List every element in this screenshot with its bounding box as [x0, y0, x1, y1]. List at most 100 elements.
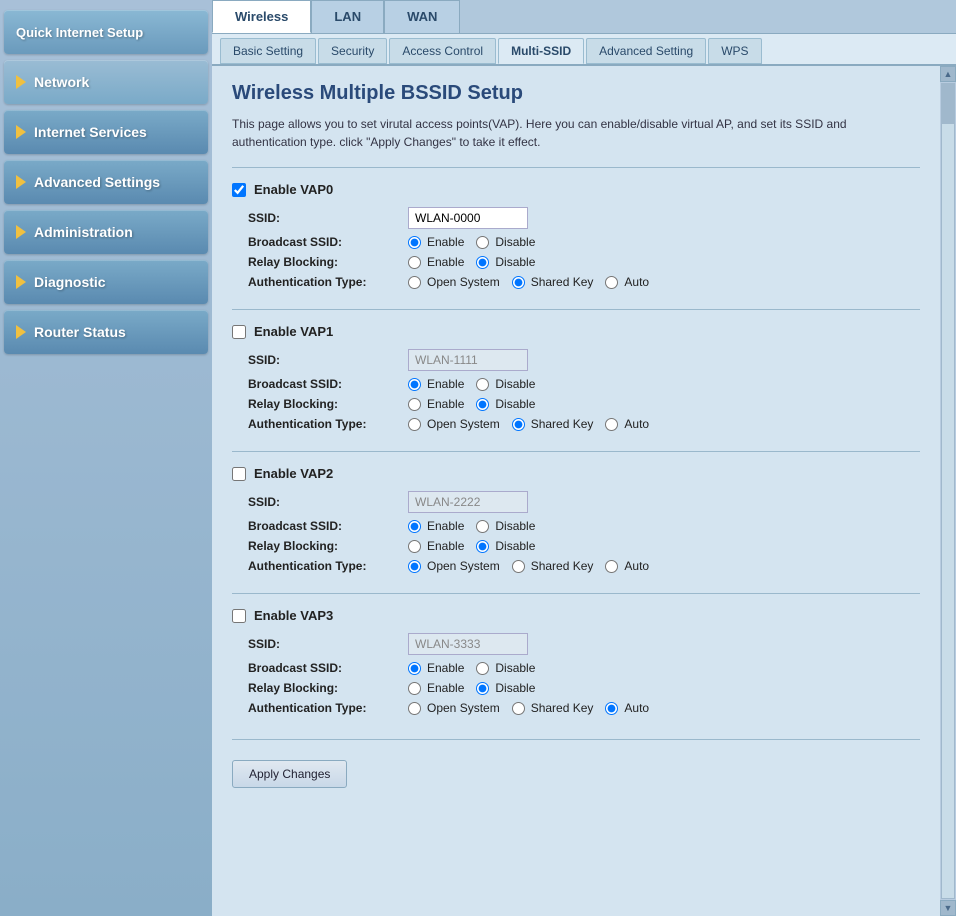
vap3-relay-enable-label[interactable]: Enable — [408, 681, 464, 695]
sidebar-item-quick-internet-setup[interactable]: Quick Internet Setup — [4, 10, 208, 54]
vap1-relay-enable-radio[interactable] — [408, 398, 421, 411]
vap0-broadcast-disable-label[interactable]: Disable — [476, 235, 535, 249]
vap3-auth-open-radio[interactable] — [408, 702, 421, 715]
vap0-broadcast-enable-label[interactable]: Enable — [408, 235, 464, 249]
vap2-enable-checkbox[interactable] — [232, 467, 246, 481]
sidebar-item-router-status[interactable]: Router Status — [4, 310, 208, 354]
scroll-down-button[interactable]: ▼ — [940, 900, 956, 916]
vap2-broadcast-enable-radio[interactable] — [408, 520, 421, 533]
vap2-auth-open-radio[interactable] — [408, 560, 421, 573]
sub-tab-wps[interactable]: WPS — [708, 38, 761, 64]
sidebar-item-diagnostic[interactable]: Diagnostic — [4, 260, 208, 304]
arrow-icon — [16, 175, 26, 189]
sidebar-item-label: Advanced Settings — [34, 174, 160, 190]
vap1-relay-disable-radio[interactable] — [476, 398, 489, 411]
vap3-broadcast-enable-radio[interactable] — [408, 662, 421, 675]
vap1-auth-shared-label[interactable]: Shared Key — [512, 417, 594, 431]
vap0-relay-enable-radio[interactable] — [408, 256, 421, 269]
vap3-relay-enable-radio[interactable] — [408, 682, 421, 695]
vap3-enable-checkbox[interactable] — [232, 609, 246, 623]
vap2-broadcast-disable-label[interactable]: Disable — [476, 519, 535, 533]
vap0-enable-checkbox[interactable] — [232, 183, 246, 197]
sub-tab-multi-ssid[interactable]: Multi-SSID — [498, 38, 584, 64]
sidebar-item-administration[interactable]: Administration — [4, 210, 208, 254]
vap1-broadcast-enable-radio[interactable] — [408, 378, 421, 391]
sub-tab-security[interactable]: Security — [318, 38, 387, 64]
vap0-auth-open-label[interactable]: Open System — [408, 275, 500, 289]
vap3-broadcast-control: Enable Disable — [408, 661, 535, 675]
vap1-auth-auto-radio[interactable] — [605, 418, 618, 431]
vap2-auth-auto-label[interactable]: Auto — [605, 559, 649, 573]
vap0-auth-control: Open System Shared Key Auto — [408, 275, 649, 289]
vap2-auth-shared-radio[interactable] — [512, 560, 525, 573]
vap2-relay-label: Relay Blocking: — [248, 539, 408, 553]
vap0-relay-disable-radio[interactable] — [476, 256, 489, 269]
vap0-relay-enable-text: Enable — [427, 255, 464, 269]
tab-wan[interactable]: WAN — [384, 0, 460, 33]
vap1-enable-checkbox[interactable] — [232, 325, 246, 339]
vap2-relay-disable-radio[interactable] — [476, 540, 489, 553]
vap1-ssid-control — [408, 349, 528, 371]
vap0-broadcast-enable-radio[interactable] — [408, 236, 421, 249]
vap0-relay-disable-label[interactable]: Disable — [476, 255, 535, 269]
vap0-auth-row: Authentication Type: Open System Shared … — [232, 275, 920, 289]
vap1-broadcast-disable-label[interactable]: Disable — [476, 377, 535, 391]
sub-tab-access-control[interactable]: Access Control — [389, 38, 496, 64]
vap0-auth-open-radio[interactable] — [408, 276, 421, 289]
vap3-auth-shared-label[interactable]: Shared Key — [512, 701, 594, 715]
sidebar-item-internet-services[interactable]: Internet Services — [4, 110, 208, 154]
vap1-broadcast-disable-radio[interactable] — [476, 378, 489, 391]
vap1-broadcast-enable-label[interactable]: Enable — [408, 377, 464, 391]
vap2-relay-enable-label[interactable]: Enable — [408, 539, 464, 553]
vap2-relay-disable-label[interactable]: Disable — [476, 539, 535, 553]
vap0-enable-label: Enable VAP0 — [254, 182, 333, 197]
vap3-broadcast-enable-label[interactable]: Enable — [408, 661, 464, 675]
vap2-broadcast-enable-label[interactable]: Enable — [408, 519, 464, 533]
sub-tab-basic-setting[interactable]: Basic Setting — [220, 38, 316, 64]
vap0-auth-shared-radio[interactable] — [512, 276, 525, 289]
vap3-ssid-input[interactable] — [408, 633, 528, 655]
vap3-auth-shared-radio[interactable] — [512, 702, 525, 715]
vap2-relay-disable-text: Disable — [495, 539, 535, 553]
vap3-relay-disable-label[interactable]: Disable — [476, 681, 535, 695]
vap1-ssid-input[interactable] — [408, 349, 528, 371]
vap0-auth-shared-label[interactable]: Shared Key — [512, 275, 594, 289]
vap3-broadcast-disable-label[interactable]: Disable — [476, 661, 535, 675]
vap3-auth-auto-radio[interactable] — [605, 702, 618, 715]
apply-changes-button[interactable]: Apply Changes — [232, 760, 347, 788]
tab-lan[interactable]: LAN — [311, 0, 384, 33]
vap2-relay-enable-radio[interactable] — [408, 540, 421, 553]
sidebar-item-label: Administration — [34, 224, 133, 240]
arrow-icon — [16, 75, 26, 89]
vap2-relay-enable-text: Enable — [427, 539, 464, 553]
vap0-auth-auto-radio[interactable] — [605, 276, 618, 289]
vap1-auth-shared-radio[interactable] — [512, 418, 525, 431]
vap3-auth-auto-label[interactable]: Auto — [605, 701, 649, 715]
vap0-auth-auto-label[interactable]: Auto — [605, 275, 649, 289]
vap2-ssid-input[interactable] — [408, 491, 528, 513]
vap0-ssid-input[interactable] — [408, 207, 528, 229]
vap2-auth-open-label[interactable]: Open System — [408, 559, 500, 573]
vap2-auth-shared-label[interactable]: Shared Key — [512, 559, 594, 573]
vap2-auth-auto-radio[interactable] — [605, 560, 618, 573]
vap0-relay-enable-label[interactable]: Enable — [408, 255, 464, 269]
sub-tab-advanced-setting[interactable]: Advanced Setting — [586, 38, 706, 64]
vap3-relay-disable-radio[interactable] — [476, 682, 489, 695]
vap3-broadcast-disable-radio[interactable] — [476, 662, 489, 675]
sidebar-item-network[interactable]: Network — [4, 60, 208, 104]
vap1-auth-open-radio[interactable] — [408, 418, 421, 431]
vap1-auth-open-label[interactable]: Open System — [408, 417, 500, 431]
vap1-relay-disable-label[interactable]: Disable — [476, 397, 535, 411]
sidebar-item-advanced-settings[interactable]: Advanced Settings — [4, 160, 208, 204]
vap0-broadcast-disable-radio[interactable] — [476, 236, 489, 249]
vap1-relay-enable-label[interactable]: Enable — [408, 397, 464, 411]
scroll-up-button[interactable]: ▲ — [940, 66, 956, 82]
vap1-auth-auto-label[interactable]: Auto — [605, 417, 649, 431]
scroll-track[interactable] — [941, 83, 955, 899]
main-area: Wireless LAN WAN Basic Setting Security … — [212, 0, 956, 916]
vap3-auth-open-label[interactable]: Open System — [408, 701, 500, 715]
tab-wireless[interactable]: Wireless — [212, 0, 311, 33]
sub-tabs: Basic Setting Security Access Control Mu… — [212, 34, 956, 66]
vap3-relay-row: Relay Blocking: Enable Disable — [232, 681, 920, 695]
vap2-broadcast-disable-radio[interactable] — [476, 520, 489, 533]
